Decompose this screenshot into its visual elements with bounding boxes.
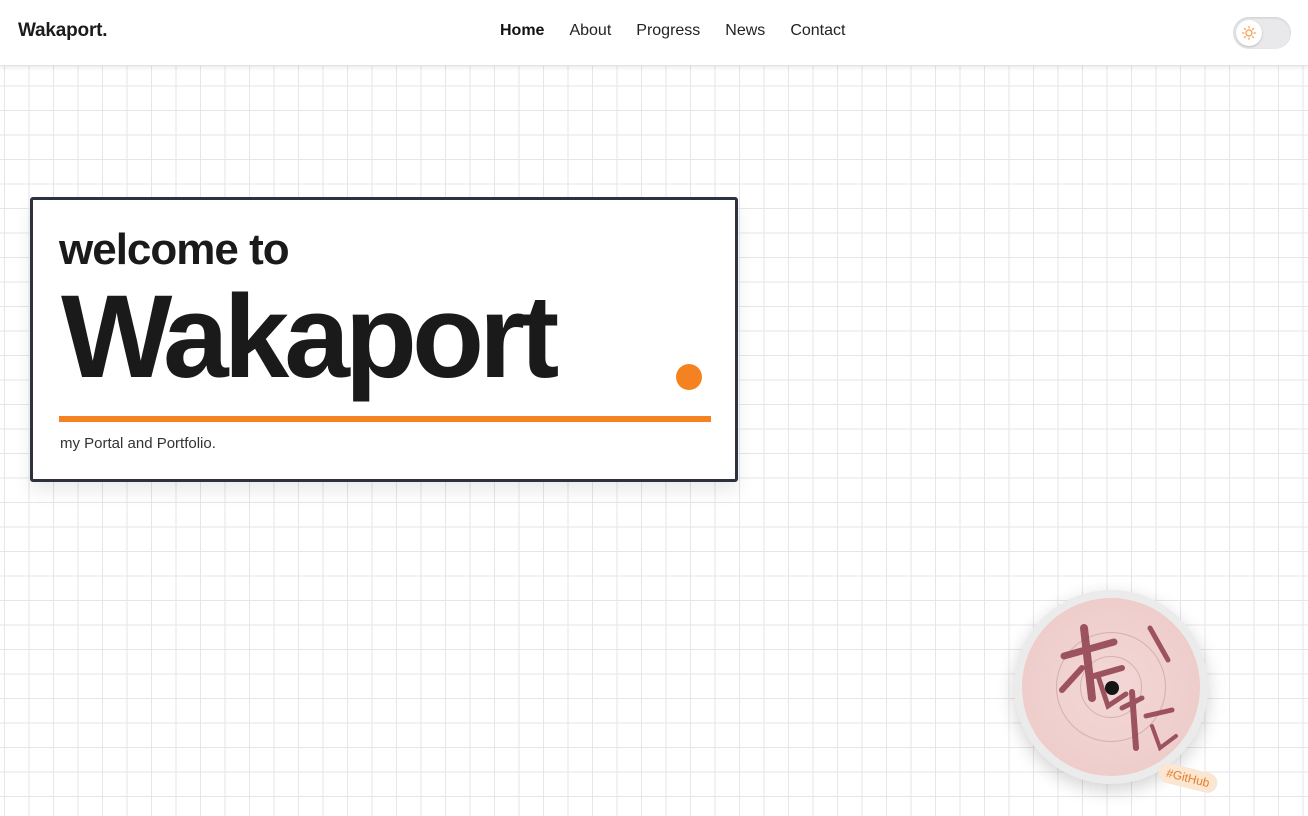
- sun-icon: [1241, 25, 1257, 41]
- nav-item-news[interactable]: News: [725, 22, 765, 40]
- hero-card: welcome to Wakaport my Portal and Portfo…: [30, 197, 738, 482]
- nav-item-progress[interactable]: Progress: [636, 22, 700, 40]
- hero-tagline: my Portal and Portfolio.: [60, 435, 216, 452]
- github-disc[interactable]: [1014, 590, 1208, 784]
- theme-toggle[interactable]: [1233, 17, 1291, 49]
- nav-item-contact[interactable]: Contact: [790, 22, 845, 40]
- brand-logo[interactable]: Wakaport.: [18, 20, 108, 42]
- avatar-disc-image: [1022, 598, 1200, 776]
- main-nav: Home About Progress News Contact: [500, 22, 870, 40]
- hero-underline: [59, 416, 711, 422]
- nav-item-home[interactable]: Home: [500, 22, 544, 40]
- hero-title: Wakaport: [61, 271, 559, 403]
- hero-title-dot: [676, 364, 702, 390]
- toggle-knob: [1236, 20, 1262, 46]
- nav-item-about[interactable]: About: [569, 22, 611, 40]
- hero-greeting: welcome to: [59, 225, 290, 274]
- disc-spindle: [1105, 681, 1119, 695]
- navbar: Wakaport. Home About Progress News Conta…: [0, 0, 1308, 66]
